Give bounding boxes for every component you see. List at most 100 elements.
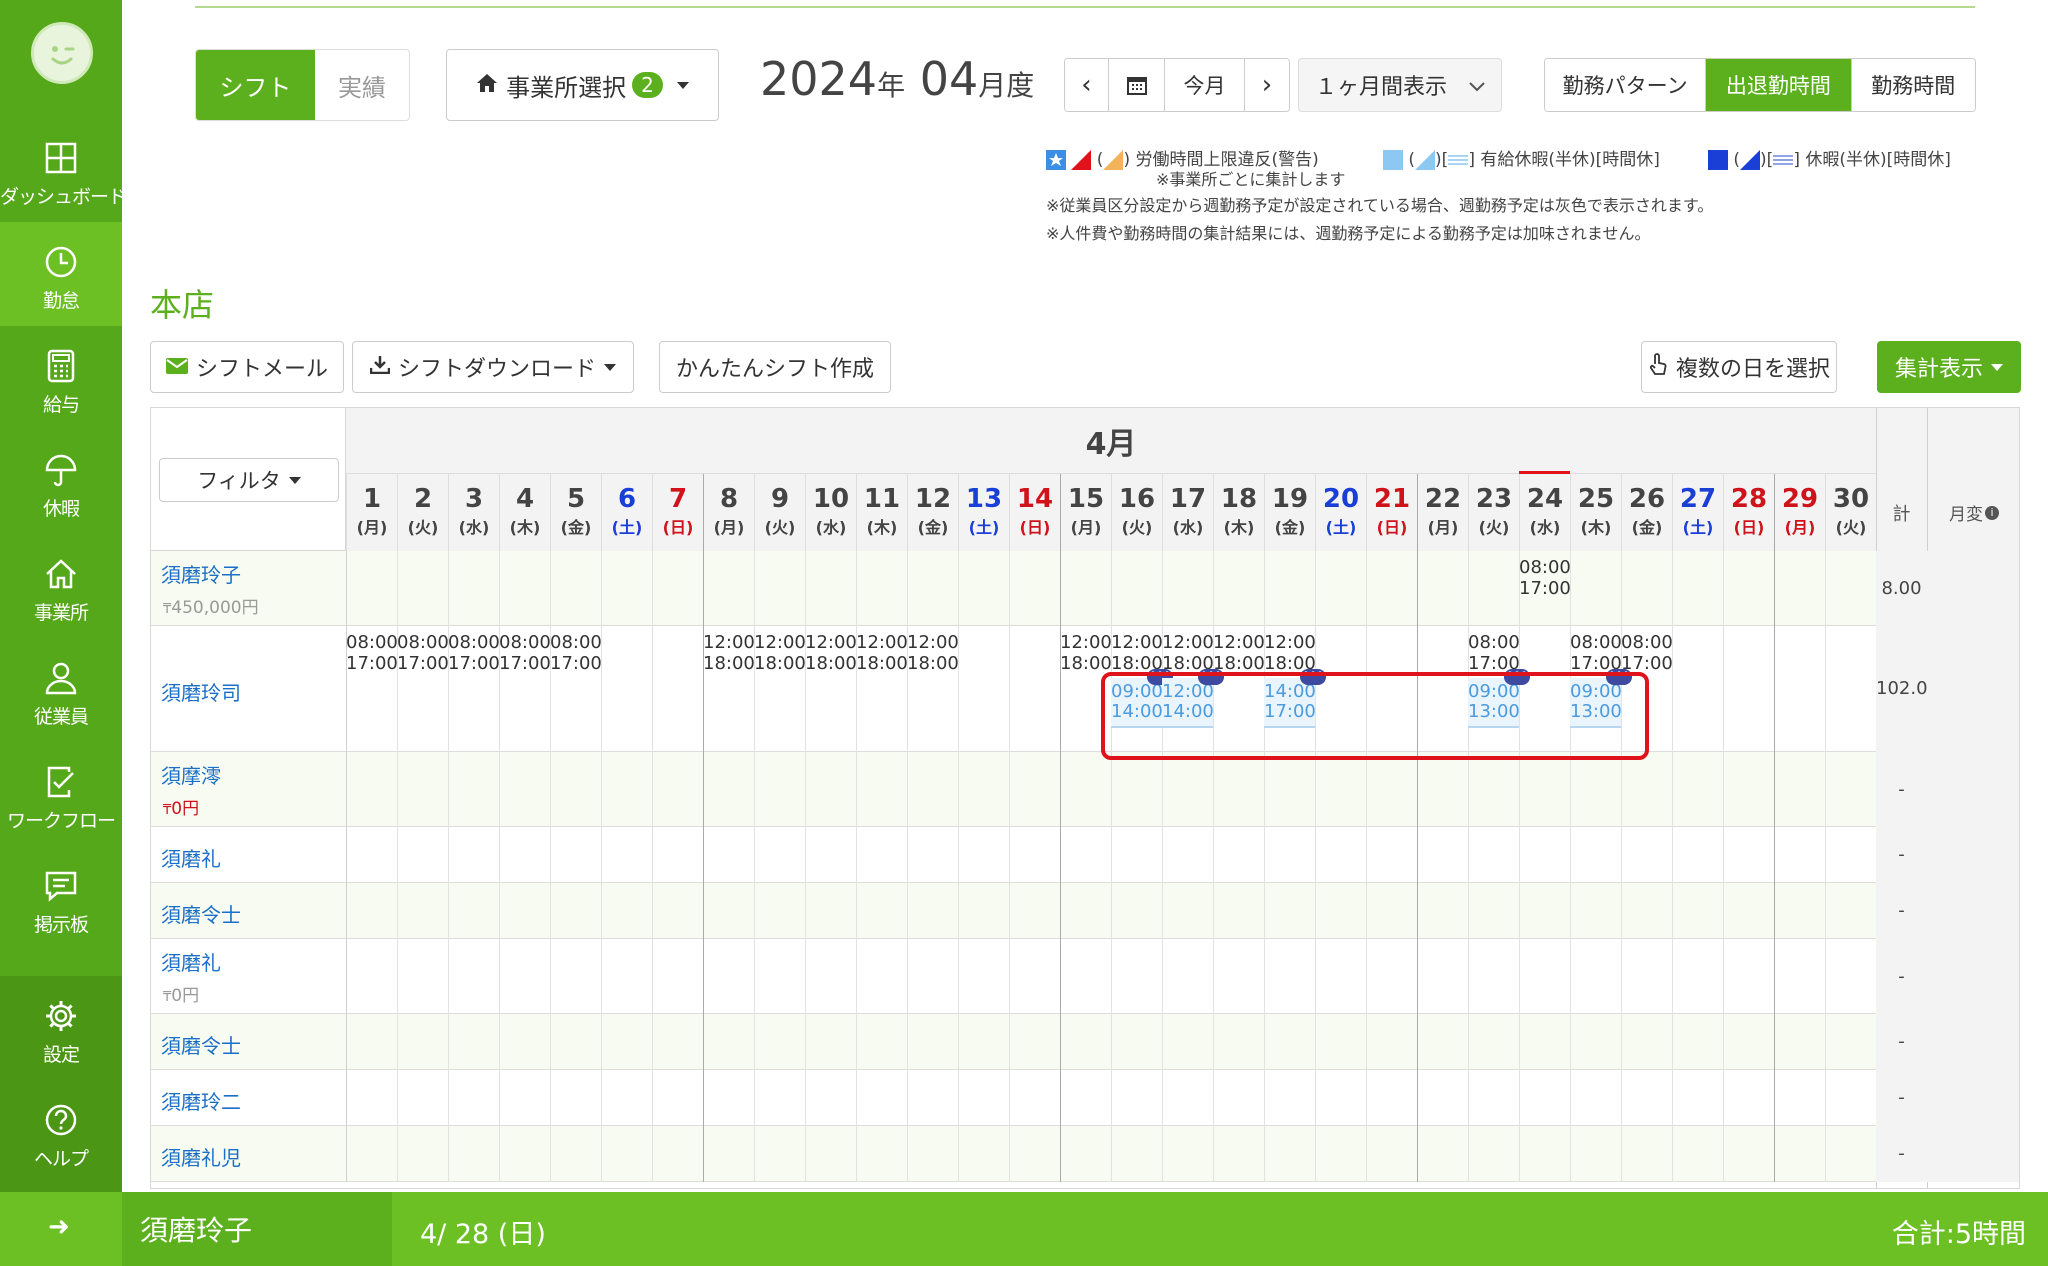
shift-cell[interactable]: 08:00 17:00 (1519, 557, 1571, 599)
employee-name[interactable]: 須磨玲司 (161, 677, 241, 706)
employee-name[interactable]: 須摩澪 (161, 760, 221, 789)
day-header[interactable]: 4 (木) (499, 474, 550, 551)
user-avatar[interactable] (31, 22, 93, 84)
day-header[interactable]: 30 (火) (1825, 474, 1876, 551)
employee-name[interactable]: 須磨礼 (161, 843, 221, 872)
employee-name[interactable]: 須磨令士 (161, 899, 241, 928)
divider (1417, 883, 1418, 939)
day-header[interactable]: 5 (金) (550, 474, 601, 551)
tab-shift[interactable]: シフト (196, 50, 315, 120)
arrow-right-icon[interactable]: ➜ (48, 1212, 70, 1242)
day-header[interactable]: 10 (水) (805, 474, 856, 551)
divider (805, 1070, 806, 1126)
tab-clock-times[interactable]: 出退勤時間 (1706, 59, 1852, 111)
shift-cell[interactable]: 08:00 17:00 (550, 632, 602, 674)
divider (1468, 827, 1469, 883)
day-header[interactable]: 24 (水) (1519, 474, 1570, 551)
day-header[interactable]: 11 (木) (856, 474, 907, 551)
shift-cell[interactable]: 12:00 18:00 (805, 632, 857, 674)
divider (1774, 1014, 1775, 1070)
shift-cell[interactable]: 08:00 17:00 (448, 632, 500, 674)
calendar-icon[interactable] (1109, 59, 1165, 111)
sidebar-item-8[interactable]: 設定 (0, 976, 122, 1080)
prev-month-button[interactable]: ‹ (1065, 59, 1109, 111)
easy-shift-button[interactable]: かんたんシフト作成 (659, 341, 891, 393)
this-month-button[interactable]: 今月 (1165, 59, 1245, 111)
employee-name[interactable]: 須磨令士 (161, 1030, 241, 1059)
sidebar-item-2[interactable]: 給与 (0, 326, 122, 430)
range-select[interactable]: １ヶ月間表示 (1298, 58, 1502, 112)
shift-download-button[interactable]: シフトダウンロード (352, 341, 634, 393)
day-header[interactable]: 6 (土) (601, 474, 652, 551)
divider (1111, 1070, 1112, 1126)
office-select-button[interactable]: 事業所選択 2 (446, 49, 719, 121)
sidebar-item-9[interactable]: ヘルプ (0, 1080, 122, 1184)
day-header[interactable]: 12 (金) (907, 474, 958, 551)
leave-hour-icon (1773, 150, 1794, 170)
day-header[interactable]: 15 (月) (1060, 474, 1111, 551)
day-header[interactable]: 25 (木) (1570, 474, 1621, 551)
tab-actual[interactable]: 実績 (315, 50, 409, 120)
day-number: 21 (1373, 484, 1411, 514)
divider (550, 752, 551, 827)
summary-button[interactable]: 集計表示 (1877, 341, 2021, 393)
shift-cell[interactable]: 12:00 18:00 (856, 632, 908, 674)
tab-work-hours[interactable]: 勤務時間 (1851, 59, 1975, 111)
divider (601, 1070, 602, 1126)
day-header[interactable]: 18 (木) (1213, 474, 1264, 551)
shift-cell[interactable]: 08:00 17:00 (346, 632, 398, 674)
employee-name[interactable]: 須磨玲子 (161, 559, 241, 588)
sidebar-item-7[interactable]: 掲示板 (0, 846, 122, 950)
sidebar-item-3[interactable]: 休暇 (0, 430, 122, 534)
filter-button[interactable]: フィルタ (159, 458, 339, 502)
employee-name[interactable]: 須磨礼 (161, 947, 221, 976)
employee-name[interactable]: 須磨玲二 (161, 1086, 241, 1115)
shift-mail-button[interactable]: シフトメール (150, 341, 344, 393)
day-header[interactable]: 2 (火) (397, 474, 448, 551)
divider (652, 752, 653, 827)
tab-work-pattern[interactable]: 勤務パターン (1545, 59, 1707, 111)
shift-cell[interactable]: 12:00 18:00 (754, 632, 806, 674)
day-header[interactable]: 13 (土) (958, 474, 1009, 551)
day-header[interactable]: 3 (水) (448, 474, 499, 551)
day-header[interactable]: 23 (火) (1468, 474, 1519, 551)
day-weekday: (木) (1580, 518, 1612, 537)
divider (703, 827, 704, 883)
day-header[interactable]: 20 (土) (1315, 474, 1366, 551)
day-header[interactable]: 29 (月) (1774, 474, 1825, 551)
day-header[interactable]: 1 (月) (346, 474, 397, 551)
info-icon[interactable]: i (1985, 505, 1999, 520)
shift-cell[interactable]: 08:00 17:00 (499, 632, 551, 674)
day-number: 18 (1220, 484, 1258, 514)
day-header[interactable]: 19 (金) (1264, 474, 1315, 551)
sidebar-item-4[interactable]: 事業所 (0, 534, 122, 638)
divider (1213, 752, 1214, 827)
employee-name[interactable]: 須磨礼児 (161, 1142, 241, 1171)
sidebar-item-6[interactable]: ワークフロー (0, 742, 122, 846)
day-header[interactable]: 28 (日) (1723, 474, 1774, 551)
shift-cell[interactable]: 12:00 18:00 (907, 632, 959, 674)
day-header[interactable]: 7 (日) (652, 474, 703, 551)
shift-cell[interactable]: 08:00 17:00 (397, 632, 449, 674)
day-header[interactable]: 9 (火) (754, 474, 805, 551)
day-header[interactable]: 8 (月) (703, 474, 754, 551)
next-month-button[interactable]: › (1245, 59, 1289, 111)
day-header[interactable]: 21 (日) (1366, 474, 1417, 551)
shift-cell[interactable]: 12:00 18:00 (1060, 632, 1112, 674)
day-header[interactable]: 27 (土) (1672, 474, 1723, 551)
divider (1672, 883, 1673, 939)
sidebar-item-5[interactable]: 従業員 (0, 638, 122, 742)
day-header[interactable]: 14 (日) (1009, 474, 1060, 551)
sidebar-item-1[interactable]: 勤怠 (0, 222, 122, 326)
sidebar-item-label: 設定 (42, 1044, 80, 1066)
shift-end: 17:00 (448, 653, 500, 674)
day-header[interactable]: 16 (火) (1111, 474, 1162, 551)
shift-cell[interactable]: 12:00 18:00 (703, 632, 755, 674)
table-row (151, 1070, 2019, 1126)
day-header[interactable]: 17 (水) (1162, 474, 1213, 551)
day-header[interactable]: 22 (月) (1417, 474, 1468, 551)
day-header[interactable]: 26 (金) (1621, 474, 1672, 551)
multi-select-button[interactable]: 複数の日を選択 (1641, 341, 1837, 393)
sidebar-item-0[interactable]: ダッシュボード (0, 118, 127, 222)
chevron-down-icon (604, 363, 616, 371)
